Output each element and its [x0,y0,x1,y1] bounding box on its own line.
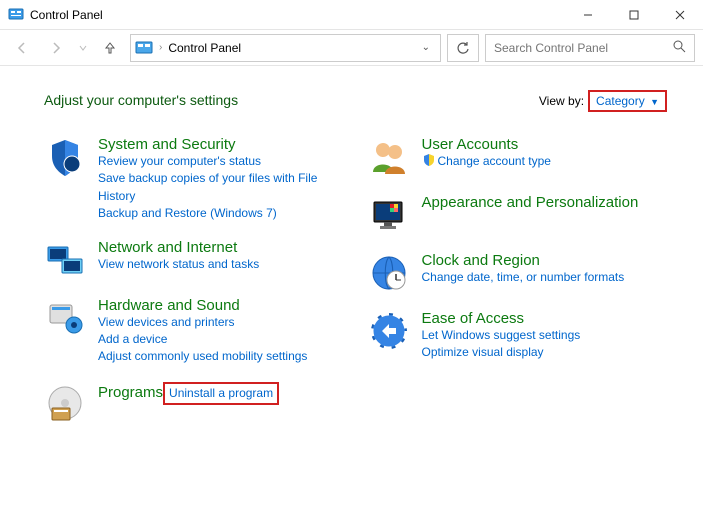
search-input[interactable] [494,41,672,55]
category-link[interactable]: Optimize visual display [422,344,668,361]
network-internet-icon [44,239,86,281]
search-box[interactable] [485,34,695,62]
ease-access-icon [368,310,410,352]
category-body: User AccountsChange account type [422,136,668,178]
category-body: System and SecurityReview your computer'… [98,136,344,223]
toolbar: › Control Panel ⌄ [0,30,703,66]
category-link[interactable]: Review your computer's status [98,153,344,170]
category-body: ProgramsUninstall a program [98,382,344,424]
category-title[interactable]: System and Security [98,136,236,153]
user-accounts-icon [368,136,410,178]
back-button[interactable] [8,34,36,62]
category-link[interactable]: Change account type [422,153,668,170]
category-title[interactable]: User Accounts [422,136,519,153]
category-title[interactable]: Programs [98,384,163,401]
category-columns: System and SecurityReview your computer'… [44,136,667,440]
category-link[interactable]: Backup and Restore (Windows 7) [98,205,344,222]
forward-button[interactable] [42,34,70,62]
category-link[interactable]: Save backup copies of your files with Fi… [98,170,344,205]
close-button[interactable] [657,0,703,30]
heading-row: Adjust your computer's settings View by:… [44,90,667,112]
category-hardware-sound: Hardware and SoundView devices and print… [44,297,344,366]
category-link[interactable]: View devices and printers [98,314,344,331]
category-link[interactable]: Uninstall a program [163,382,279,405]
category-body: Network and InternetView network status … [98,239,344,281]
category-link[interactable]: Let Windows suggest settings [422,327,668,344]
category-user-accounts: User AccountsChange account type [368,136,668,178]
category-appearance: Appearance and Personalization [368,194,668,236]
category-network-internet: Network and InternetView network status … [44,239,344,281]
viewby-dropdown[interactable]: Category ▼ [588,90,667,112]
chevron-down-icon: ▼ [650,97,659,107]
category-title[interactable]: Ease of Access [422,310,525,327]
control-panel-icon [135,40,153,56]
category-link[interactable]: Change date, time, or number formats [422,269,668,286]
clock-region-icon [368,252,410,294]
category-clock-region: Clock and RegionChange date, time, or nu… [368,252,668,294]
window-controls [565,0,703,30]
category-title[interactable]: Appearance and Personalization [422,194,639,211]
category-ease-access: Ease of AccessLet Windows suggest settin… [368,310,668,362]
category-system-security: System and SecurityReview your computer'… [44,136,344,223]
system-security-icon [44,136,86,178]
category-body: Appearance and Personalization [422,194,668,236]
category-title[interactable]: Clock and Region [422,252,540,269]
search-icon [672,39,686,56]
titlebar: Control Panel [0,0,703,30]
minimize-button[interactable] [565,0,611,30]
programs-icon [44,382,86,424]
category-programs: ProgramsUninstall a program [44,382,344,424]
window-title: Control Panel [30,8,565,22]
category-link[interactable]: Adjust commonly used mobility settings [98,348,344,365]
category-link[interactable]: View network status and tasks [98,256,344,273]
viewby-value: Category [596,94,645,108]
maximize-button[interactable] [611,0,657,30]
control-panel-icon [8,7,24,23]
appearance-icon [368,194,410,236]
category-link[interactable]: Add a device [98,331,344,348]
category-body: Ease of AccessLet Windows suggest settin… [422,310,668,362]
category-title[interactable]: Network and Internet [98,239,237,256]
breadcrumb[interactable]: Control Panel [168,41,241,55]
hardware-sound-icon [44,297,86,339]
up-button[interactable] [96,34,124,62]
chevron-right-icon: › [159,42,162,53]
refresh-button[interactable] [447,34,479,62]
chevron-down-icon[interactable]: ⌄ [416,42,436,53]
recent-chevron-icon[interactable] [76,34,90,62]
address-bar[interactable]: › Control Panel ⌄ [130,34,441,62]
category-body: Hardware and SoundView devices and print… [98,297,344,366]
page-heading: Adjust your computer's settings [44,92,539,108]
content: Adjust your computer's settings View by:… [0,66,703,450]
category-body: Clock and RegionChange date, time, or nu… [422,252,668,294]
viewby-label: View by: [539,94,584,108]
category-title[interactable]: Hardware and Sound [98,297,240,314]
